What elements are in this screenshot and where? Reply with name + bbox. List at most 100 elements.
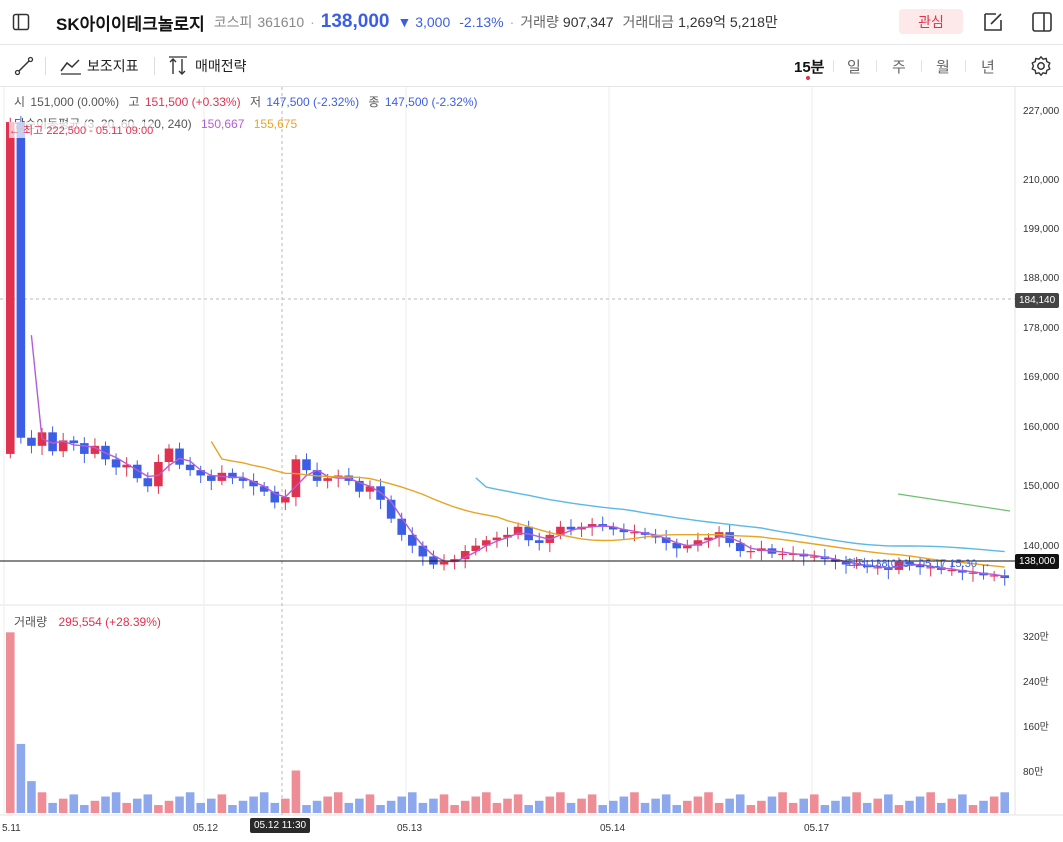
volume-bar [228,805,237,813]
volume-bar [6,632,15,813]
volume-bar [936,802,946,813]
volume-bar [281,798,290,813]
volume-bar [376,805,385,813]
volume-bar [397,796,406,813]
strategy-button[interactable]: 매매전략 [168,54,247,78]
volume-bar [185,792,195,813]
volume-bar [312,800,322,813]
candle [746,551,756,553]
volume-bar [27,781,36,813]
volume-tick: 320만 [1023,632,1049,643]
date-tick: 5.11 [2,823,21,834]
watchlist-button[interactable]: 관심 [899,9,963,34]
draw-tool-button[interactable] [14,54,34,78]
volume-bar [238,800,248,813]
ma-value-1: 150,667 [201,117,245,131]
volume-bar [556,792,565,813]
volume-bar [323,796,332,813]
volume-bar [598,805,607,813]
active-period-dot [806,76,810,80]
candle [302,459,311,471]
price-tick: 199,000 [1023,224,1060,235]
volume-bar [90,800,100,813]
volume-bar [831,800,840,813]
volume-bar [862,802,872,813]
period-tab-month[interactable]: 월 [936,56,950,77]
volume-bar [989,796,999,813]
volume-bar [577,798,586,813]
indicator-button[interactable]: 보조지표 [60,54,139,78]
volume-bar [333,792,343,813]
sidebar-toggle-button[interactable] [0,0,42,44]
candle [418,545,428,557]
amount-value: 1,269억 5,218만 [678,14,778,30]
hover-price-tag: 184,140 [1015,293,1060,308]
candle [439,561,449,565]
candle [27,437,36,446]
volume-bar [566,802,576,813]
chart-canvas[interactable] [0,87,1063,842]
volume-bar [429,798,438,813]
volume-bar [820,805,830,813]
period-tab-15min[interactable]: 15분 [794,56,825,77]
volume-bar [365,794,375,813]
volume-bar [714,802,724,813]
stock-name: SK아이이테크놀로지 [56,14,205,34]
volume-bar [905,800,914,813]
period-tab-week[interactable]: 주 [892,56,906,77]
open-label: 시 [14,95,26,109]
open-value: 151,000 (0.00%) [30,95,120,109]
edit-button[interactable] [981,10,1005,34]
volume-bar [524,805,533,813]
candle [69,440,79,444]
volume-bar [513,794,523,813]
volume-bar [894,805,904,813]
max-price-annotation: ← 최고 222,500 - 05.11 09:00 [9,122,154,138]
volume-bar [841,796,851,813]
candle [291,459,301,498]
stock-header: SK아이이테크놀로지 코스피 361610 · 138,000 ▼ 3,000 … [0,0,1063,45]
high-value: 151,500 (+0.33%) [144,95,241,109]
current-price: 138,000 [320,11,390,32]
panel-icon [1032,12,1052,32]
separator-dot: · [509,14,515,30]
volume-bar [884,794,893,813]
candle [534,540,544,543]
volume-bar [16,743,26,813]
volume-legend: 거래량 295,554 (+28.39%) [14,613,163,630]
volume-bar [80,805,89,813]
volume-bar [873,798,883,813]
candle [111,459,121,468]
candle [164,448,174,463]
ohlc-legend: 시 151,000 (0.00%) 고 151,500 (+0.33%) 저 1… [14,93,480,110]
volume-bar [58,798,68,813]
volume-bar [355,798,364,813]
volume-legend-value: 295,554 (+28.39%) [58,615,161,629]
price-change: ▼ 3,000 [397,14,451,30]
volume-bar [704,792,713,813]
period-tab-day[interactable]: 일 [847,56,861,77]
volume-bar [482,792,491,813]
volume-bar [757,800,766,813]
candle [80,443,89,454]
strategy-icon [169,56,187,75]
strategy-label: 매매전략 [195,58,247,74]
volume-bar [249,796,258,813]
period-divider [876,60,877,72]
candle [281,497,290,503]
volume-bar [471,796,481,813]
period-tab-year[interactable]: 년 [981,56,995,77]
volume-bar [503,798,512,813]
volume-bar [492,802,502,813]
volume-bar [48,802,57,813]
price-chart[interactable]: 시 151,000 (0.00%) 고 151,500 (+0.33%) 저 1… [0,87,1063,842]
volume-bar [344,802,354,813]
settings-button[interactable] [1030,54,1052,78]
current-price-tag: 138,000 [1015,554,1060,569]
volume-bar [217,794,227,813]
volume-tick: 240만 [1023,677,1049,688]
volume-tick: 80만 [1023,767,1044,778]
ma120-line [897,493,1011,512]
volume-bar [291,770,301,813]
panel-button[interactable] [1030,10,1054,34]
